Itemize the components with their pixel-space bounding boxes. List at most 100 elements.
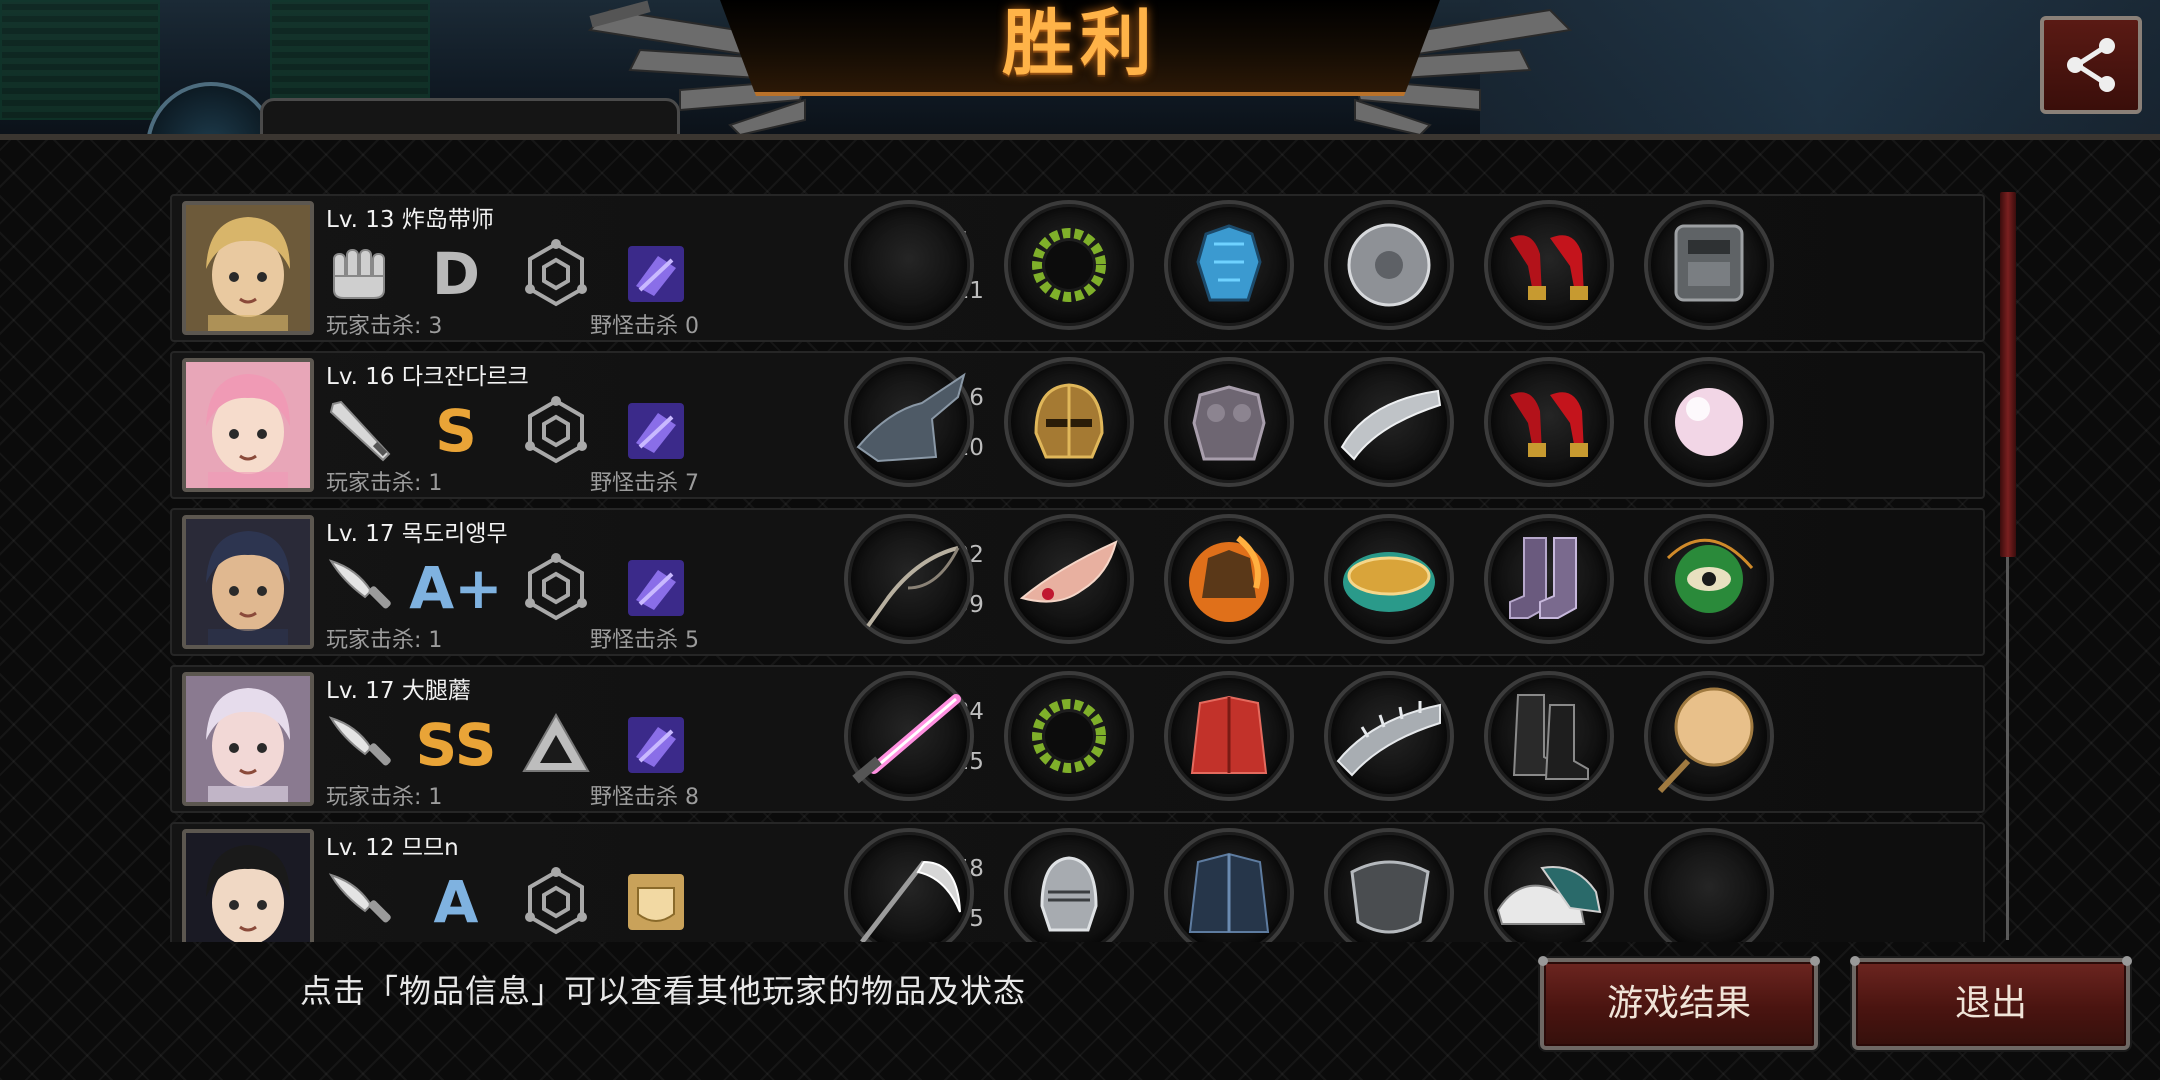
exit-button[interactable]: 退出: [1850, 956, 2132, 1050]
scythe-icon: [860, 860, 961, 942]
player-list[interactable]: Lv. 13 炸岛带师 D 玩家击杀: 3野怪击杀 034211 Lv. 16 …: [170, 194, 1985, 942]
grade-text: A+: [409, 554, 503, 622]
hexagon-emblem-icon: [518, 395, 594, 467]
grade-text: A: [433, 868, 479, 936]
item-slot[interactable]: [1164, 828, 1294, 942]
player-level-name: Lv. 13 炸岛带师: [326, 207, 494, 233]
combat-boots-icon: [1512, 694, 1589, 780]
player-level-name: Lv. 12 므므n: [326, 835, 459, 861]
item-slot[interactable]: [1004, 828, 1134, 942]
share-icon: [2067, 38, 2115, 92]
lightsaber-icon: [852, 694, 961, 784]
empty-slot: [848, 204, 970, 326]
game-result-button[interactable]: 游戏结果: [1538, 956, 1820, 1050]
gold-bracelet-icon: [1343, 552, 1435, 612]
sneakers-icon: [1496, 866, 1602, 925]
item-slot[interactable]: [1004, 200, 1134, 330]
item-slot[interactable]: [1484, 514, 1614, 644]
item-slot[interactable]: [1324, 200, 1454, 330]
player-list-scrollbar[interactable]: [2000, 192, 2016, 940]
page-title: 胜利: [1001, 1, 1158, 85]
silver-disc-icon: [1347, 223, 1431, 307]
item-slot[interactable]: [1644, 514, 1774, 644]
knuckle-icon: [322, 238, 398, 310]
player-kills: 玩家击杀: 3: [326, 314, 443, 339]
item-slot[interactable]: [844, 514, 974, 644]
purple-skill-icon[interactable]: [618, 395, 694, 467]
gold-skill-icon[interactable]: [618, 866, 694, 938]
player-kills: 玩家击杀: 1: [326, 471, 443, 496]
grade-badge: A: [418, 866, 494, 938]
player-row[interactable]: Lv. 16 다크잔다르크 S 玩家击杀: 1野怪击杀 7216210: [170, 351, 1985, 499]
blue-armor-icon: [1196, 224, 1262, 302]
player-avatar[interactable]: [182, 672, 314, 806]
item-slot[interactable]: [1324, 357, 1454, 487]
background-monitor: [0, 0, 160, 120]
item-slot[interactable]: [844, 357, 974, 487]
pearl-icon: [1675, 388, 1743, 456]
purple-skill-icon[interactable]: [618, 709, 694, 781]
whip-icon: [866, 546, 960, 628]
purple-boots-icon: [1509, 537, 1577, 619]
red-heels-icon: [1510, 235, 1588, 300]
player-level-name: Lv. 17 大腿蘑: [326, 678, 471, 704]
knife-icon: [322, 552, 398, 624]
purple-skill-icon[interactable]: [618, 238, 694, 310]
eye-charm-icon: [1666, 538, 1754, 613]
player-level-name: Lv. 16 다크잔다르크: [326, 364, 529, 390]
silver-bracer-icon: [1340, 389, 1442, 461]
scrollbar-thumb[interactable]: [2000, 192, 2016, 557]
item-slot[interactable]: [1484, 200, 1614, 330]
portrait-fan-icon: [1657, 687, 1754, 794]
item-slot[interactable]: [1644, 828, 1774, 942]
grade-badge: A+: [409, 552, 503, 624]
laurel-wreath-icon: [1032, 699, 1106, 773]
player-row[interactable]: Lv. 12 므므n A 158175: [170, 822, 1985, 942]
item-slot[interactable]: [844, 200, 974, 330]
player-row[interactable]: Lv. 17 목도리앵무 A+ 玩家击杀: 1野怪击杀 5192259: [170, 508, 1985, 656]
hint-text: 点击「物品信息」可以查看其他玩家的物品及状态: [300, 972, 1027, 1010]
monster-kills: 野怪击杀 7: [590, 471, 699, 496]
item-slot[interactable]: [1484, 828, 1614, 942]
item-slot[interactable]: [1484, 671, 1614, 801]
item-slot[interactable]: [1644, 357, 1774, 487]
share-button[interactable]: [2040, 16, 2142, 114]
knife-icon: [322, 866, 398, 938]
item-slot[interactable]: [1324, 828, 1454, 942]
item-slot[interactable]: [844, 828, 974, 942]
gold-helmet-icon: [1034, 383, 1104, 459]
item-slot[interactable]: [1004, 514, 1134, 644]
item-slot[interactable]: [1164, 200, 1294, 330]
monster-kills: 野怪击杀 5: [590, 628, 699, 653]
monster-kills: 野怪击杀 8: [590, 785, 699, 810]
item-slot[interactable]: [1164, 671, 1294, 801]
knife-icon: [322, 709, 398, 781]
hexagon-emblem-icon: [518, 238, 594, 310]
bat-icon: [322, 395, 398, 467]
item-slot[interactable]: [1164, 357, 1294, 487]
shield-bracer-icon: [1350, 860, 1430, 934]
item-slot[interactable]: [844, 671, 974, 801]
item-slot[interactable]: [1484, 357, 1614, 487]
spiked-bracer-icon: [1336, 701, 1441, 777]
purple-skill-icon[interactable]: [618, 552, 694, 624]
triangle-emblem-icon: [518, 709, 594, 781]
player-row[interactable]: Lv. 13 炸岛带师 D 玩家击杀: 3野怪击杀 034211: [170, 194, 1985, 342]
item-slot[interactable]: [1324, 514, 1454, 644]
item-slot[interactable]: [1324, 671, 1454, 801]
knight-helmet-icon: [1040, 856, 1098, 932]
item-slot[interactable]: [1004, 671, 1134, 801]
item-slot[interactable]: [1164, 514, 1294, 644]
item-slot[interactable]: [1644, 671, 1774, 801]
player-row[interactable]: Lv. 17 大腿蘑 SS 玩家击杀: 1野怪击杀 8284225: [170, 665, 1985, 813]
empty-slot: [1648, 832, 1770, 942]
player-avatar[interactable]: [182, 358, 314, 492]
laurel-wreath-icon: [1032, 228, 1106, 302]
tank-armor-icon: [1674, 224, 1744, 302]
red-coat-icon: [1190, 695, 1268, 774]
item-slot[interactable]: [1644, 200, 1774, 330]
item-slot[interactable]: [1004, 357, 1134, 487]
player-avatar[interactable]: [182, 829, 314, 942]
player-avatar[interactable]: [182, 201, 314, 335]
player-avatar[interactable]: [182, 515, 314, 649]
